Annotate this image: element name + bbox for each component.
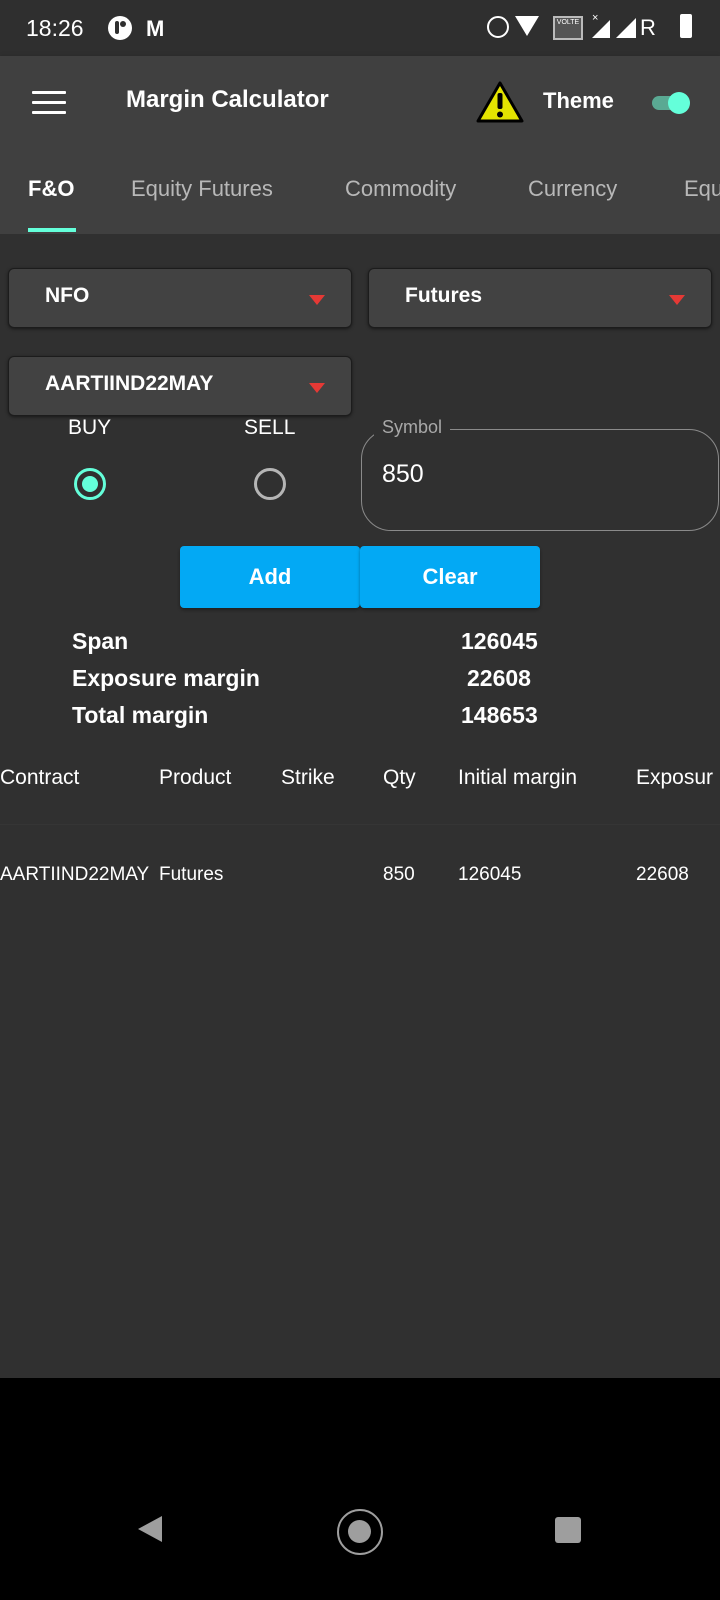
sell-radio[interactable] [254, 468, 286, 500]
menu-button[interactable] [32, 91, 66, 117]
toggle-thumb [668, 92, 690, 114]
theme-toggle[interactable] [652, 92, 690, 114]
contract-dropdown[interactable]: AARTIIND22MAY [8, 356, 352, 416]
status-bar: 18:26 M VOLTE × R [0, 0, 720, 56]
volte-icon: VOLTE [553, 16, 583, 40]
app-notification-icon [108, 16, 132, 40]
roaming-icon: R [640, 15, 656, 40]
sell-label: SELL [244, 416, 296, 439]
dropdown-arrow-icon [309, 383, 325, 393]
total-margin-label: Total margin [72, 702, 209, 728]
cell-qty: 850 [383, 864, 415, 885]
cell-contract: AARTIIND22MAY [0, 864, 150, 885]
header-initial-margin: Initial margin [458, 766, 578, 789]
cell-initial-margin: 126045 [458, 864, 522, 885]
symbol-label: Symbol [374, 417, 451, 438]
system-nav-bar [0, 1378, 720, 1600]
alarm-icon [487, 16, 509, 38]
home-icon[interactable] [337, 1509, 383, 1555]
gmail-icon: M [146, 16, 165, 41]
warning-icon[interactable] [476, 81, 524, 123]
tab-label: Equ [684, 176, 720, 201]
header-exposure: Exposur [636, 766, 714, 789]
contract-value: AARTIIND22MAY [45, 372, 214, 395]
dropdown-arrow-icon [669, 295, 685, 305]
theme-label: Theme [543, 88, 614, 113]
tab-label: F&O [28, 176, 75, 201]
product-value: Futures [405, 284, 483, 307]
exposure-margin-value: 22608 [467, 665, 531, 691]
symbol-value: 850 [382, 460, 424, 488]
table-divider [0, 824, 720, 825]
recents-icon[interactable] [555, 1517, 581, 1543]
header-strike: Strike [281, 766, 335, 789]
exposure-margin-label: Exposure margin [72, 665, 260, 691]
tab-indicator [28, 228, 76, 232]
buy-label: BUY [68, 416, 112, 439]
main-content: NFO Futures AARTIIND22MAY BUY SELL Symbo… [0, 234, 720, 1378]
hamburger-icon-line [32, 111, 66, 114]
tab-label: Equity Futures [131, 176, 273, 201]
clear-button[interactable]: Clear [360, 546, 540, 608]
span-label: Span [72, 628, 129, 654]
signal-icon [616, 18, 636, 38]
hamburger-icon-line [32, 91, 66, 94]
dropdown-arrow-icon [309, 295, 325, 305]
hamburger-icon-line [32, 101, 66, 104]
header-product: Product [159, 766, 232, 789]
app-title: Margin Calculator [126, 86, 329, 113]
tab-bar: F&O Equity Futures Commodity Currency Eq… [0, 176, 720, 234]
tab-label: Commodity [345, 176, 457, 201]
exchange-value: NFO [45, 284, 90, 307]
product-dropdown[interactable]: Futures [368, 268, 712, 328]
header-contract: Contract [0, 766, 80, 789]
total-margin-value: 148653 [461, 702, 538, 728]
tab-label: Currency [528, 176, 618, 201]
battery-charging-icon [680, 14, 692, 38]
symbol-input[interactable]: Symbol 850 [361, 417, 719, 531]
cell-exposure: 22608 [636, 864, 689, 885]
header-qty: Qty [383, 766, 416, 789]
exchange-dropdown[interactable]: NFO [8, 268, 352, 328]
status-time: 18:26 [26, 15, 84, 41]
add-button[interactable]: Add [180, 546, 360, 608]
back-icon[interactable] [138, 1516, 162, 1542]
signal-sim1-icon [592, 20, 610, 38]
app-bar: Margin Calculator Theme F&O Equity Futur… [0, 56, 720, 234]
span-value: 126045 [461, 628, 538, 654]
wifi-icon [515, 16, 539, 36]
cell-product: Futures [159, 864, 224, 885]
buy-radio[interactable] [74, 468, 106, 500]
